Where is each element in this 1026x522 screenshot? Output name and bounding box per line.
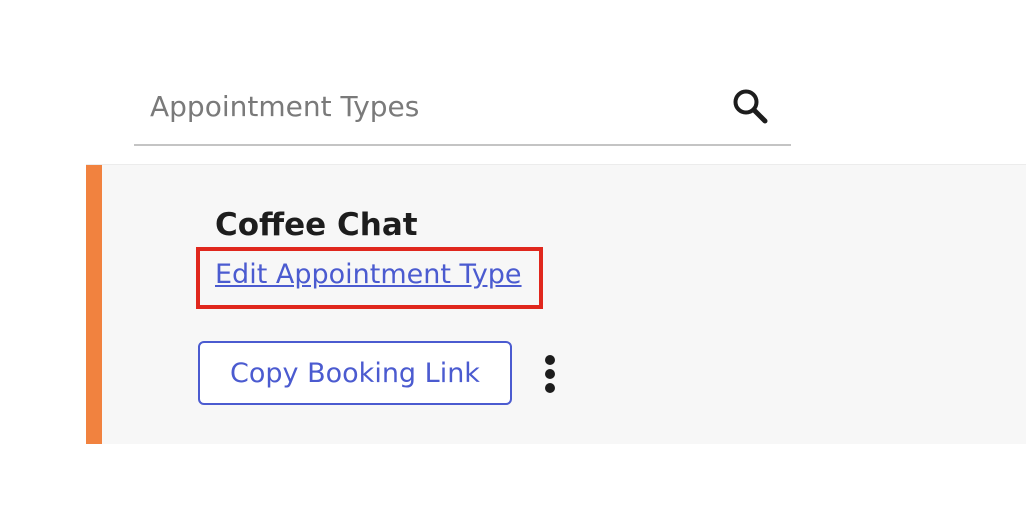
more-dot [545,369,555,379]
edit-link-highlight: Edit Appointment Type [196,247,543,309]
copy-booking-link-button[interactable]: Copy Booking Link [198,341,512,405]
more-dot [545,383,555,393]
more-dot [545,355,555,365]
edit-appointment-type-link[interactable]: Edit Appointment Type [215,259,522,290]
appointment-types-page: Coffee Chat Edit Appointment Type Copy B… [0,0,1026,522]
search-icon[interactable] [730,86,770,126]
appointment-type-card: Coffee Chat Edit Appointment Type Copy B… [86,164,1026,444]
more-vertical-icon[interactable] [538,355,562,395]
search-bar [134,70,791,146]
appointment-type-title: Coffee Chat [215,207,418,243]
search-input[interactable] [150,84,710,128]
card-accent-bar [86,165,102,444]
